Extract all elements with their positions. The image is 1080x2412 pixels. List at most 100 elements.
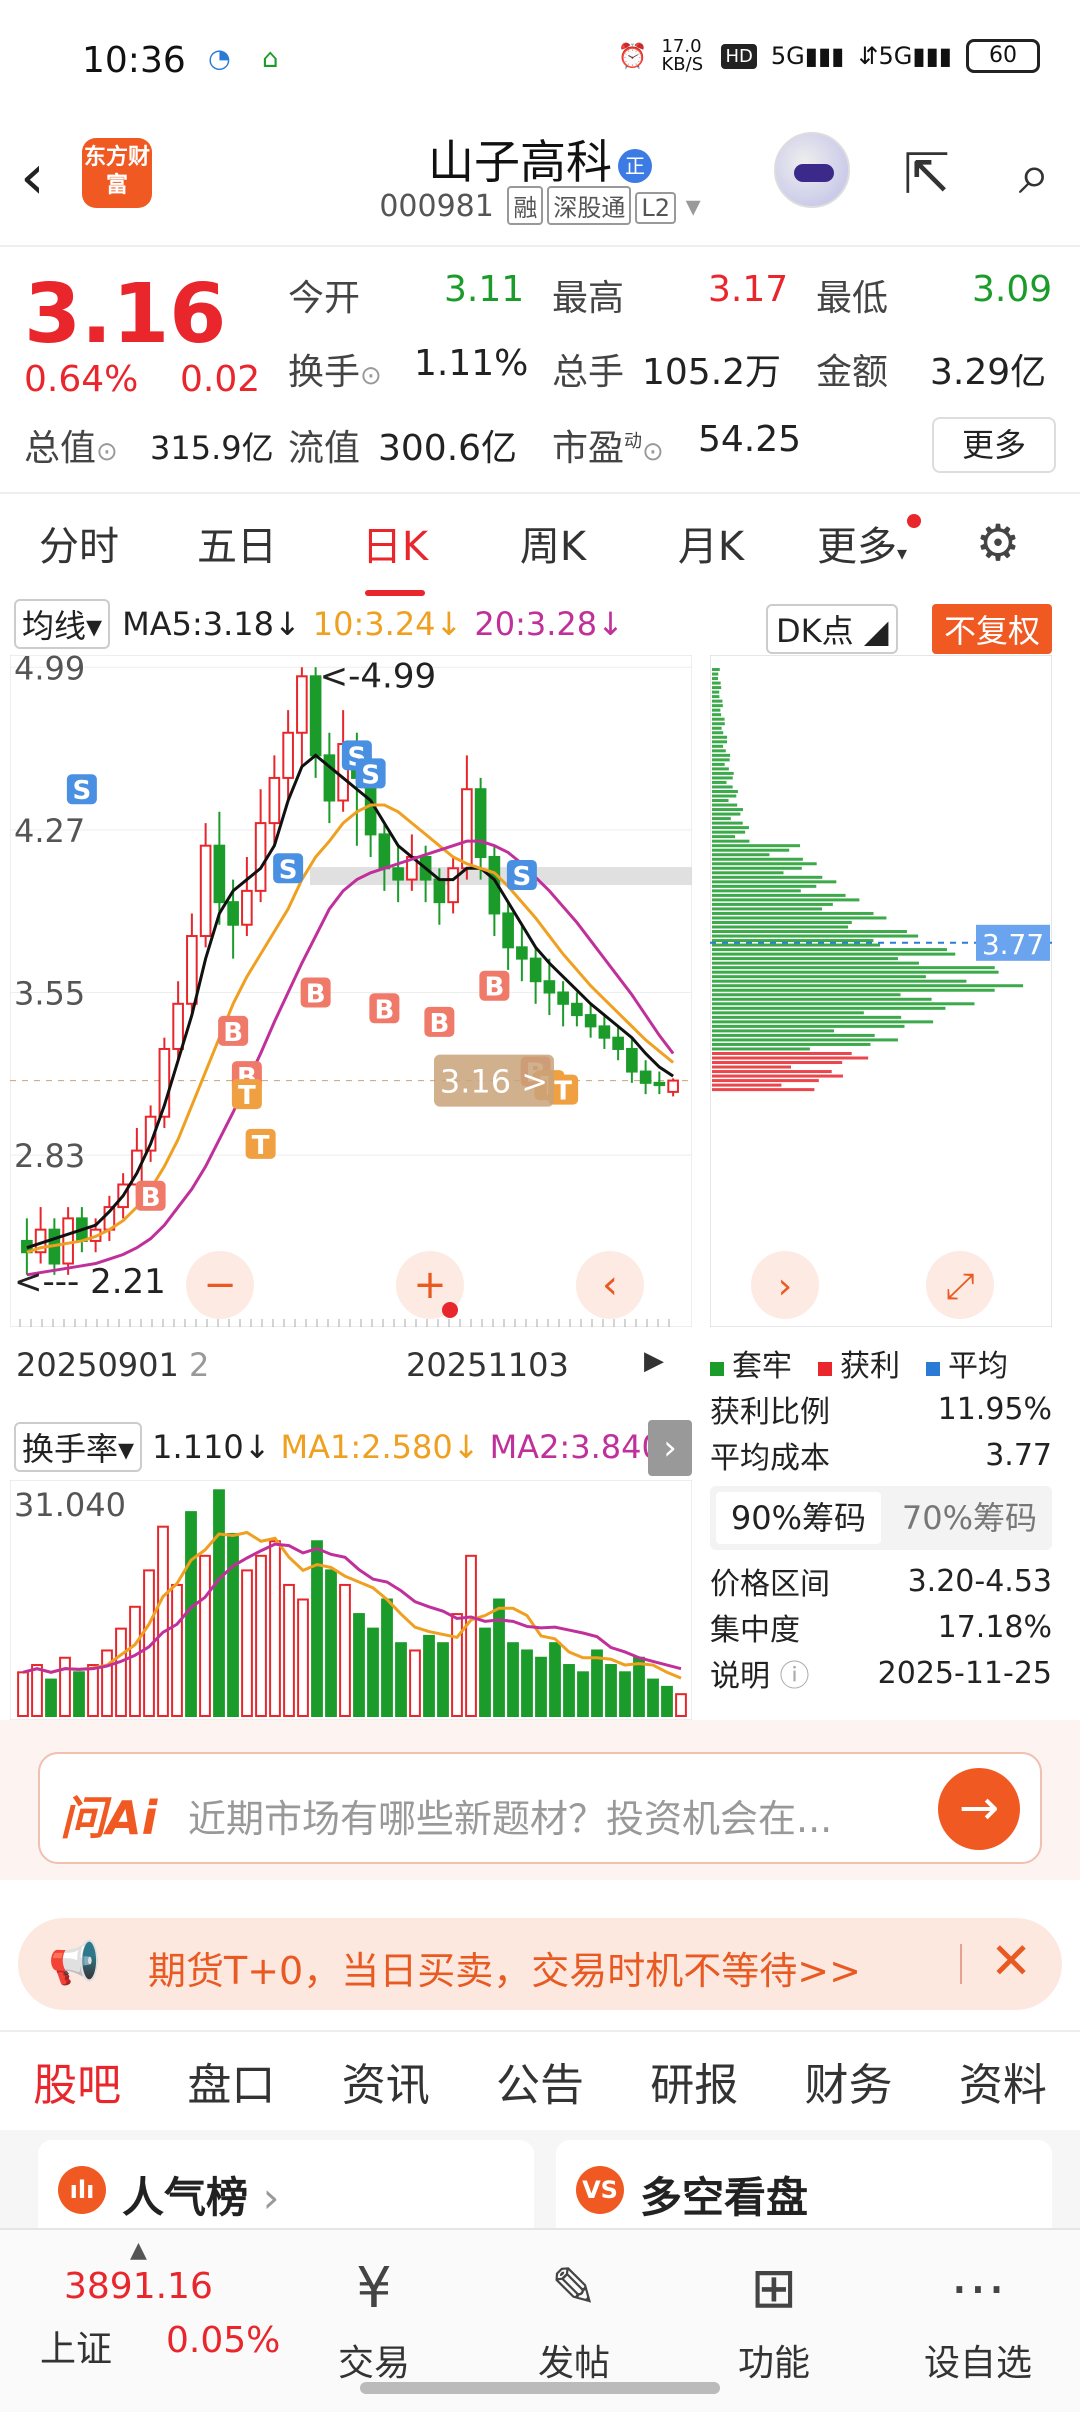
- content-tabs: 股吧 盘口 资讯 公告 研报 财务 资料: [0, 2030, 1080, 2141]
- candle-body: [667, 1079, 679, 1093]
- chip-bar: [712, 1051, 852, 1055]
- kline-tabs: 分时 五日 日K 周K 月K 更多▾ ⚙: [0, 492, 1080, 596]
- nav-post[interactable]: ✎ 发帖: [494, 2254, 654, 2386]
- alarm-icon: ⏰: [617, 42, 648, 70]
- chip-bar: [712, 821, 743, 825]
- candle-body: [557, 991, 569, 1005]
- tab-more[interactable]: 更多▾: [790, 514, 948, 572]
- divider: [960, 1944, 962, 1984]
- zheng-badge: 正: [618, 148, 652, 183]
- tag-l2: L2: [635, 192, 677, 224]
- share-icon[interactable]: ⇱: [903, 142, 950, 207]
- status-bar: 10:36 ◔ ⌂ ⏰ 17.0 KB/S HD 5G▮▮▮ ⇵5G▮▮▮ 60: [0, 0, 1080, 120]
- nav-functions[interactable]: ⊞ 功能: [694, 2254, 854, 2386]
- volume-label: 总手: [552, 352, 625, 393]
- turnover-bar: [395, 1642, 407, 1717]
- grid-icon: ⊞: [750, 2256, 798, 2321]
- dk-selector[interactable]: DK点 ◢: [766, 604, 899, 654]
- candle-body: [433, 878, 446, 904]
- tab-research[interactable]: 研报: [617, 2049, 771, 2113]
- indicator-selector[interactable]: 换手率▾: [14, 1422, 143, 1472]
- ai-robot-icon[interactable]: [774, 132, 850, 208]
- chip-bar: [712, 970, 999, 974]
- tab-intraday[interactable]: 分时: [0, 514, 158, 572]
- settings-icon[interactable]: ⚙: [948, 514, 1048, 572]
- candle-body: [502, 912, 514, 949]
- ai-go-button[interactable]: →: [938, 1768, 1020, 1850]
- candle-body: [282, 731, 294, 779]
- amount-value: 3.29亿: [930, 352, 1047, 393]
- ma-selector[interactable]: 均线▾: [14, 599, 111, 649]
- chip-bar: [712, 722, 725, 726]
- chip-bar: [712, 826, 749, 830]
- search-icon[interactable]: ⌕: [1019, 142, 1050, 208]
- x-tick-mid: 20251103: [406, 1346, 569, 1384]
- chip-bar: [712, 753, 731, 757]
- index-value[interactable]: 3891.16: [64, 2266, 213, 2307]
- tab-monthly-k[interactable]: 月K: [632, 514, 790, 572]
- turnover-bar: [241, 1569, 253, 1718]
- more-button[interactable]: 更多: [932, 417, 1056, 473]
- ai-search-box[interactable]: 问Ai 近期市场有哪些新题材？投资机会在... →: [38, 1752, 1042, 1864]
- adjust-button[interactable]: 不复权: [932, 604, 1053, 654]
- marker-label: B: [484, 973, 504, 1003]
- current-price: 3.16: [24, 267, 227, 362]
- tab-chip-90[interactable]: 90%筹码: [716, 1492, 881, 1544]
- y-tick-label: 4.99: [14, 655, 85, 687]
- promo-banner[interactable]: 📢 期货T+0，当日买卖，交易时机不等待>> ✕: [18, 1918, 1062, 2010]
- bull-bear-card[interactable]: VS 多空看盘: [556, 2140, 1052, 2230]
- tab-chip-70[interactable]: 70%筹码: [887, 1486, 1052, 1550]
- chip-bar: [712, 1061, 843, 1065]
- candlestick-chart[interactable]: 4.994.273.552.83<-4.99<--- 2.21SSSSSBBBB…: [10, 655, 692, 1327]
- turnover-bar: [675, 1693, 687, 1717]
- nav-trade[interactable]: ¥ 交易: [294, 2254, 454, 2386]
- candle-body: [612, 1036, 624, 1050]
- tab-guba[interactable]: 股吧: [0, 2049, 154, 2141]
- turnover-current: 1.110↓: [152, 1428, 271, 1466]
- chip-distribution-chart[interactable]: 3.77 › ⤢: [710, 655, 1052, 1327]
- chip-bar: [712, 1088, 815, 1092]
- chip-bar: [712, 767, 729, 771]
- turnover-label[interactable]: 换手⊙: [288, 343, 382, 395]
- low-marker: <--- 2.21: [14, 1262, 166, 1302]
- tab-finance[interactable]: 财务: [771, 2049, 925, 2113]
- low-value: 3.09: [972, 269, 1053, 310]
- chip-bar: [712, 961, 919, 965]
- dropdown-icon[interactable]: ▾: [686, 189, 701, 224]
- note-label[interactable]: 说明 ⓘ: [710, 1651, 810, 1695]
- tag-connect: 深股通: [547, 186, 632, 225]
- marker-label: T: [238, 1081, 256, 1111]
- nav-add-watchlist[interactable]: ⋯ 设自选: [898, 2254, 1058, 2386]
- turnover-bar: [479, 1627, 491, 1717]
- popularity-card[interactable]: ılı 人气榜 ›: [38, 2140, 534, 2230]
- turnover-bar: [115, 1627, 127, 1717]
- chip-bar: [712, 848, 790, 852]
- scroll-right-icon[interactable]: ▶: [644, 1346, 664, 1376]
- tab-profile[interactable]: 资料: [926, 2049, 1080, 2113]
- tab-announcements[interactable]: 公告: [463, 2049, 617, 2113]
- tab-five-day[interactable]: 五日: [158, 514, 316, 572]
- candle-body: [254, 822, 267, 892]
- chip-bar: [712, 699, 723, 703]
- tab-news[interactable]: 资讯: [309, 2049, 463, 2113]
- chip-bar: [712, 731, 724, 735]
- turnover-bar: [353, 1613, 365, 1718]
- ma-bar: 均线▾ MA5:3.18↓ 10:3.24↓ 20:3.28↓: [14, 599, 624, 649]
- chip-bar: [712, 789, 738, 793]
- candle-body: [653, 1081, 666, 1087]
- mktcap-value: 315.9亿: [150, 429, 274, 467]
- chip-bar: [712, 866, 802, 870]
- tab-weekly-k[interactable]: 周K: [474, 514, 632, 572]
- close-icon[interactable]: ✕: [990, 1932, 1032, 1990]
- chip-bar: [712, 708, 721, 712]
- expand-arrow-icon[interactable]: ›: [648, 1420, 692, 1476]
- tab-daily-k[interactable]: 日K: [316, 514, 474, 596]
- chip-bar: [712, 830, 746, 834]
- mktcap-label[interactable]: 总值⊙: [24, 419, 118, 471]
- tab-pankou[interactable]: 盘口: [154, 2049, 308, 2113]
- marker-label: B: [223, 1018, 243, 1048]
- pe-label[interactable]: 市盈动⊙: [552, 419, 664, 471]
- chip-bar: [712, 930, 907, 934]
- marker-label: B: [141, 1183, 161, 1213]
- signal2-icon: ⇵5G▮▮▮: [858, 42, 952, 70]
